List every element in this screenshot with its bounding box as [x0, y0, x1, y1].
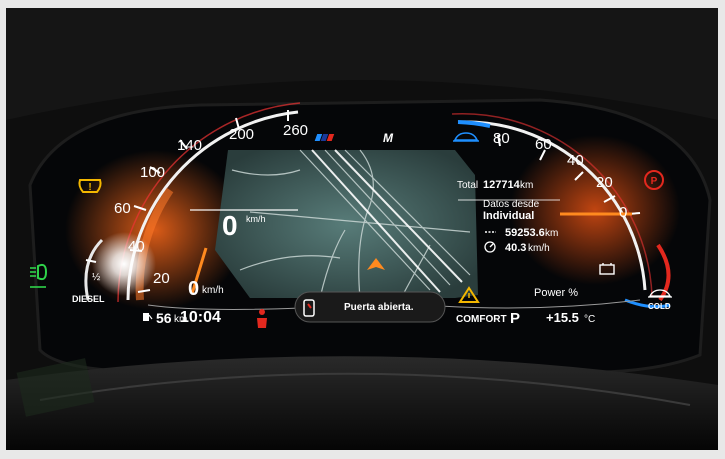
notification-text: Puerta abierta. — [344, 302, 414, 313]
trip-since-label: Datos desde — [483, 199, 540, 210]
coolant-cold-label: COLD — [648, 302, 671, 311]
cluster-graphics: ! P — [0, 0, 725, 459]
speed-scale-unit: km/h — [202, 285, 224, 296]
trip-total-value: 127714 — [483, 179, 520, 191]
avg-speed-value: 40.3 — [505, 242, 527, 254]
m-logo-text: M — [383, 131, 393, 145]
trip-distance-unit: km — [545, 228, 559, 239]
speed-value: 0 — [222, 210, 238, 241]
speed-tick-140: 140 — [177, 137, 203, 154]
temperature-unit: °C — [584, 314, 596, 325]
drive-mode-label: COMFORT — [456, 314, 507, 325]
outside-temperature: +15.5 — [546, 310, 579, 325]
avg-speed-unit: km/h — [528, 243, 550, 254]
power-tick-0: 0 — [619, 204, 628, 221]
fuel-type-label: DIESEL — [72, 294, 105, 304]
speed-tick-20: 20 — [153, 270, 170, 287]
power-label: Power % — [534, 287, 579, 299]
speed-scale-value: 0 — [188, 278, 200, 300]
gear-indicator: P — [510, 310, 521, 327]
speed-tick-40: 40 — [128, 238, 145, 255]
power-tick-80: 80 — [493, 130, 510, 147]
light-reflection — [92, 232, 156, 296]
speed-tick-200: 200 — [229, 126, 255, 143]
svg-text:!: ! — [88, 182, 91, 193]
trip-total-unit: km — [520, 180, 534, 191]
speed-tick-60: 60 — [114, 200, 131, 217]
speed-unit: km/h — [246, 214, 266, 224]
trip-since-value: Individual — [483, 210, 535, 222]
trip-distance-value: 59253.6 — [505, 227, 545, 239]
fuel-half-label: ½ — [92, 272, 101, 283]
power-tick-40: 40 — [567, 152, 584, 169]
power-tick-20: 20 — [596, 174, 613, 191]
power-tick-60: 60 — [535, 136, 552, 153]
trip-total-label: Total — [457, 180, 479, 191]
speed-tick-100: 100 — [140, 164, 166, 181]
svg-text:P: P — [651, 176, 658, 187]
instrument-cluster-photo: ! P M 20 40 60 100 140 200 260 0 km/h 0 … — [0, 0, 725, 459]
m-logo — [314, 134, 335, 141]
speed-tick-260: 260 — [283, 122, 309, 139]
range-value: 56 — [156, 310, 172, 326]
clock-time: 10:04 — [180, 309, 221, 326]
